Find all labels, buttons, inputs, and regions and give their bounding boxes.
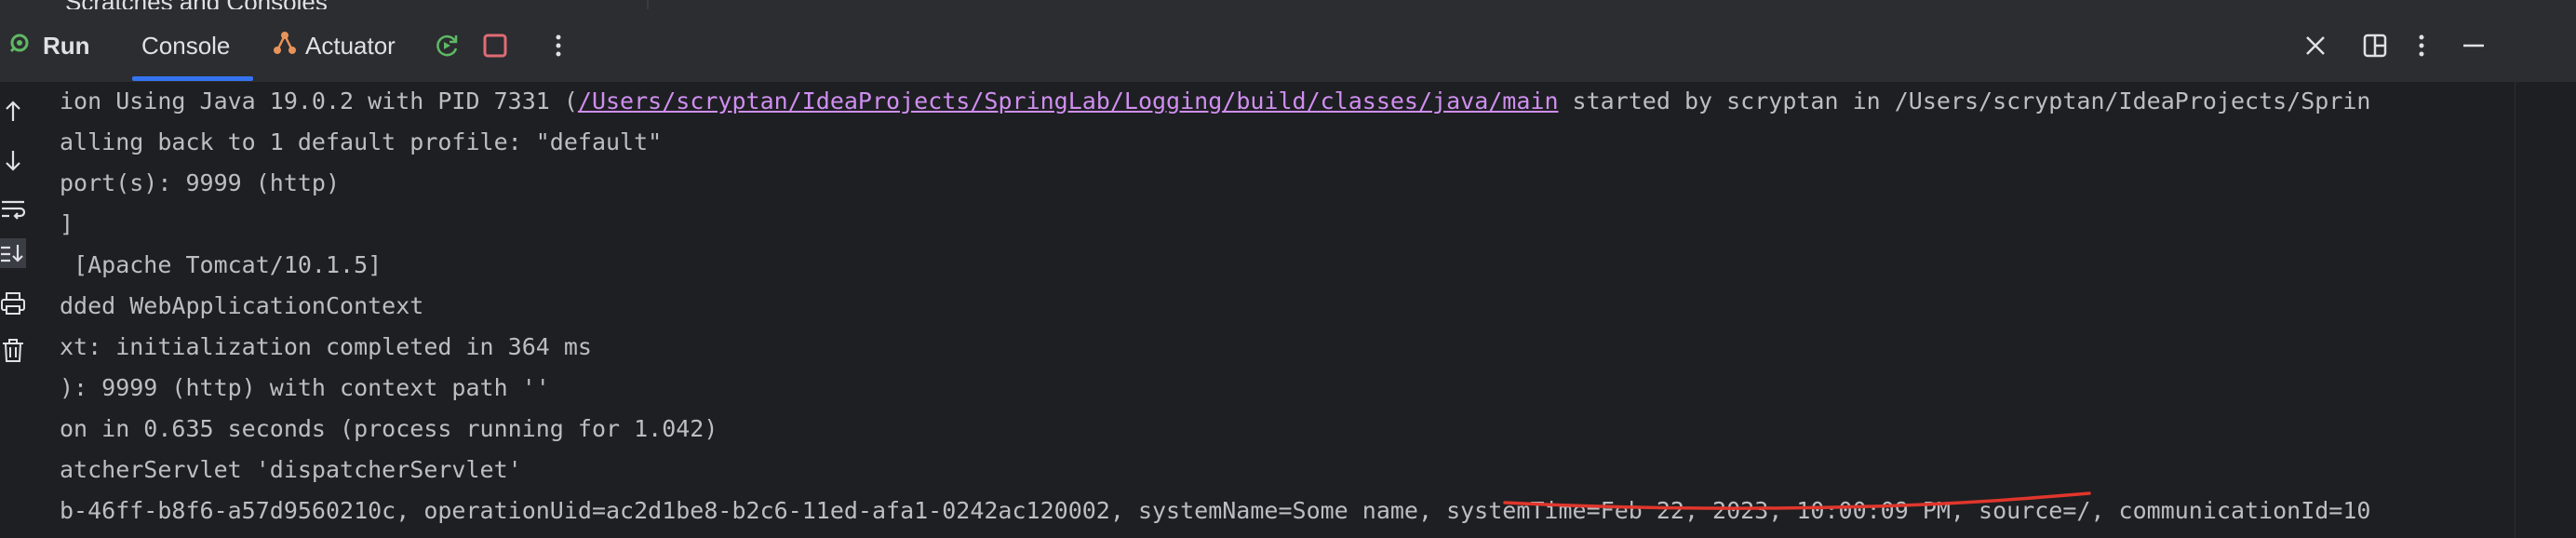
run-toolbar: Run Console Actuator: [0, 9, 2576, 82]
red-underline-annotation: [1503, 491, 2091, 510]
tab-actuator[interactable]: Actuator: [272, 9, 396, 82]
console-gutter: [0, 82, 38, 538]
run-tool-window: Scratches and Consoles Run Console Actua…: [0, 0, 2576, 538]
console-line: ion Using Java 19.0.2 with PID 7331 (/Us…: [60, 86, 2370, 117]
console-line: [Apache Tomcat/10.1.5]: [60, 251, 382, 278]
trash-icon[interactable]: [0, 335, 26, 365]
close-icon[interactable]: [2299, 29, 2332, 62]
console-line-text: started by scryptan in /Users/scryptan/I…: [1558, 87, 2371, 114]
window-header-strip: Scratches and Consoles: [0, 0, 2576, 16]
soft-wrap-icon[interactable]: [0, 194, 26, 223]
rerun-icon[interactable]: [430, 29, 463, 62]
arrow-down-icon[interactable]: [0, 145, 26, 175]
console-line: alling back to 1 default profile: "defau…: [60, 128, 663, 155]
console-line: on in 0.635 seconds (process running for…: [60, 415, 718, 442]
more-vertical-icon[interactable]: [542, 29, 575, 62]
options-icon[interactable]: [2405, 29, 2438, 62]
active-tab-indicator: [132, 76, 253, 81]
console-line: port(s): 9999 (http): [60, 169, 341, 196]
console-line: ): 9999 (http) with context path '': [60, 374, 550, 401]
layout-icon[interactable]: [2358, 29, 2392, 62]
run-title-label: Run: [43, 31, 90, 60]
stop-icon[interactable]: [478, 29, 512, 62]
scroll-to-end-icon[interactable]: [0, 238, 26, 268]
arrow-up-icon[interactable]: [0, 97, 26, 127]
minimize-icon[interactable]: [2457, 29, 2490, 62]
header-divider: [647, 0, 677, 9]
run-title: Run: [7, 9, 90, 82]
actuator-icon: [272, 30, 298, 62]
console-line: atcherServlet 'dispatcherServlet': [60, 456, 522, 483]
console-line: ]: [60, 210, 74, 237]
console-path-link[interactable]: /Users/scryptan/IdeaProjects/SpringLab/L…: [578, 87, 1559, 114]
tab-console-label: Console: [141, 31, 231, 60]
vertical-scrollbar[interactable]: [2515, 82, 2576, 538]
tab-console[interactable]: Console: [141, 9, 230, 82]
run-config-icon: [7, 29, 35, 63]
console-line: dded WebApplicationContext: [60, 292, 424, 319]
console-line-text: ion Using Java 19.0.2 with PID 7331 (: [60, 87, 578, 114]
console-line: xt: initialization completed in 364 ms: [60, 333, 592, 360]
console-output[interactable]: ion Using Java 19.0.2 with PID 7331 (/Us…: [37, 82, 2515, 538]
print-icon[interactable]: [0, 289, 26, 318]
tab-actuator-label: Actuator: [305, 31, 396, 60]
